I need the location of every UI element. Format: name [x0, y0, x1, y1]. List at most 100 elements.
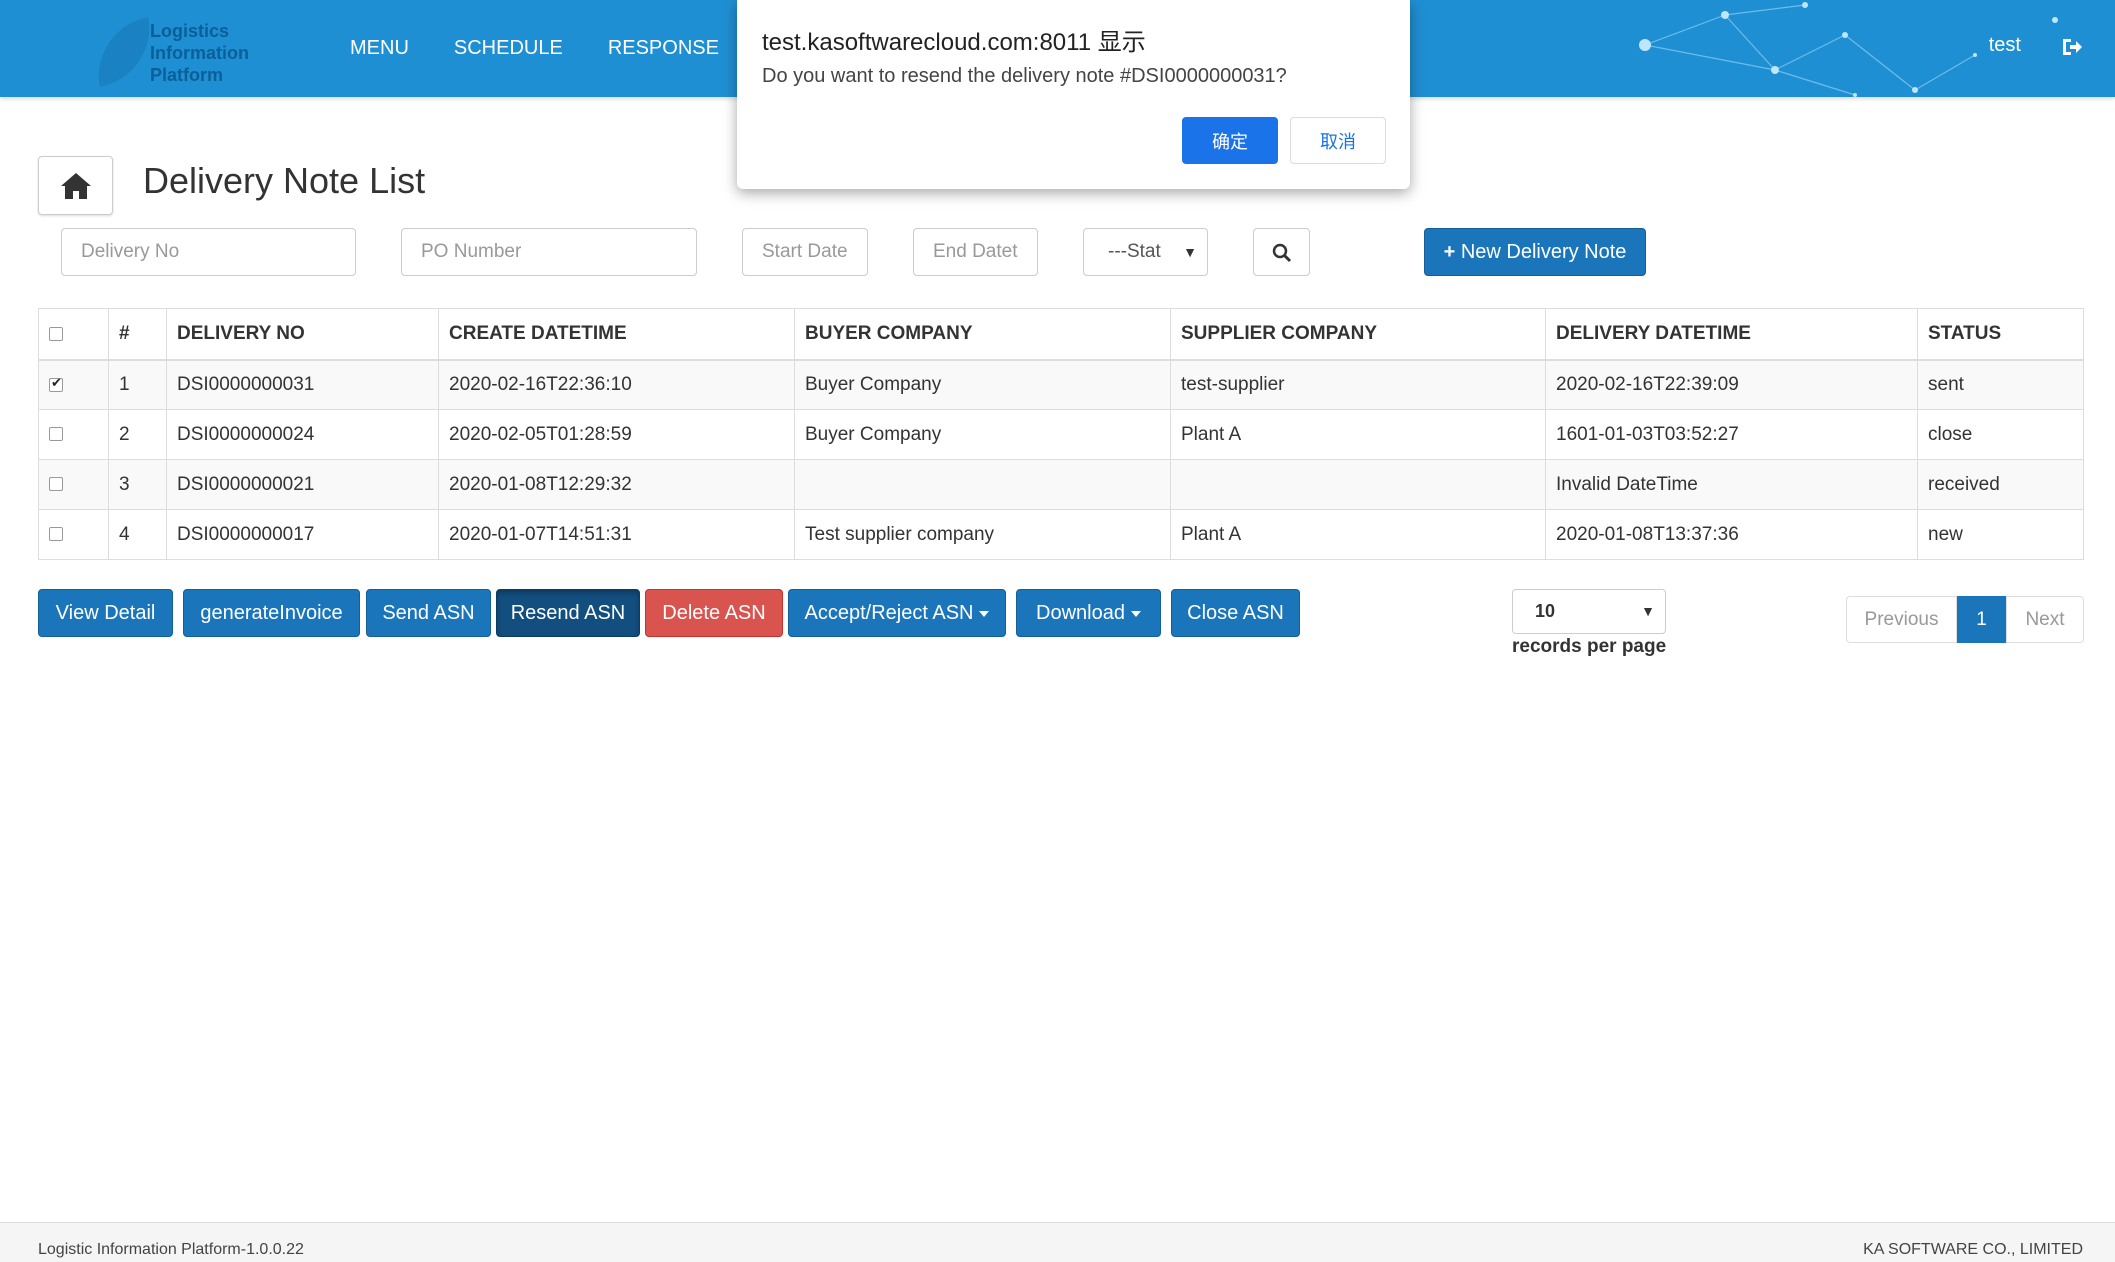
logo-line-3: Platform — [150, 65, 224, 85]
col-status[interactable]: STATUS — [1917, 308, 2084, 361]
chevron-down-icon: ▼ — [1641, 603, 1655, 619]
dialog-ok-button[interactable]: 确定 — [1182, 117, 1278, 164]
records-per-page-select[interactable]: 10 ▼ — [1512, 589, 1666, 634]
cell-delivery-no: DSI0000000017 — [166, 509, 439, 560]
po-number-input[interactable] — [401, 228, 697, 276]
cell-create-datetime: 2020-02-05T01:28:59 — [438, 409, 795, 460]
records-per-page-label: records per page — [1512, 636, 1667, 657]
leaf-icon — [89, 17, 159, 87]
pagination: Previous 1 Next — [1846, 596, 2084, 643]
home-icon — [61, 173, 91, 199]
cell-delivery-datetime: 2020-02-16T22:39:09 — [1545, 359, 1918, 410]
row-select-cell — [38, 409, 109, 460]
dialog-cancel-button[interactable]: 取消 — [1290, 117, 1386, 164]
delivery-no-input[interactable] — [61, 228, 356, 276]
row-checkbox[interactable] — [49, 527, 63, 542]
nav-menu[interactable]: MENU — [350, 37, 409, 60]
logo-text: Logistics Information Platform — [150, 20, 249, 86]
cell-delivery-no: DSI0000000024 — [166, 409, 439, 460]
row-checkbox[interactable] — [49, 477, 63, 492]
row-number: 3 — [108, 459, 167, 510]
search-button[interactable] — [1253, 228, 1310, 276]
search-icon — [1272, 243, 1292, 263]
start-date-input[interactable] — [742, 228, 868, 276]
cell-status: sent — [1917, 359, 2084, 410]
col-delivery-no[interactable]: DELIVERY NO — [166, 308, 439, 361]
nav-schedule[interactable]: SCHEDULE — [454, 37, 563, 60]
page-1-button[interactable]: 1 — [1957, 596, 2006, 643]
home-button[interactable] — [38, 156, 113, 215]
select-all-checkbox[interactable] — [49, 326, 63, 341]
col-create-datetime[interactable]: CREATE DATETIME — [438, 308, 795, 361]
logo-line-2: Information — [150, 43, 249, 63]
status-select-value: ---Stat — [1108, 241, 1161, 262]
caret-down-icon — [1130, 610, 1141, 617]
cell-buyer-company — [794, 459, 1171, 510]
row-number: 4 — [108, 509, 167, 560]
plus-icon: + — [1443, 241, 1456, 263]
row-select-cell — [38, 459, 109, 510]
new-delivery-note-button[interactable]: + New Delivery Note — [1424, 228, 1646, 276]
end-date-input[interactable] — [913, 228, 1038, 276]
generate-invoice-button[interactable]: generateInvoice — [183, 589, 360, 637]
app-logo[interactable]: Logistics Information Platform — [88, 17, 278, 87]
col-supplier-company[interactable]: SUPPLIER COMPANY — [1170, 308, 1546, 361]
send-asn-button[interactable]: Send ASN — [366, 589, 491, 637]
nav-response[interactable]: RESPONSE — [608, 37, 719, 60]
footer-version: Logistic Information Platform-1.0.0.22 — [38, 1241, 304, 1258]
cell-supplier-company: Plant A — [1170, 409, 1546, 460]
cell-delivery-no: DSI0000000031 — [166, 359, 439, 410]
cell-status: received — [1917, 459, 2084, 510]
main-nav: MENU SCHEDULE RESPONSE — [350, 0, 764, 97]
cell-supplier-company — [1170, 459, 1546, 510]
download-dropdown[interactable]: Download — [1016, 589, 1161, 637]
row-checkbox[interactable] — [49, 375, 63, 392]
col-delivery-datetime[interactable]: DELIVERY DATETIME — [1545, 308, 1918, 361]
page-title: Delivery Note List — [143, 160, 426, 201]
status-select[interactable]: ---Stat ▼ — [1083, 228, 1208, 276]
cell-delivery-datetime: 2020-01-08T13:37:36 — [1545, 509, 1918, 560]
row-number: 1 — [108, 359, 167, 410]
cell-buyer-company: Test supplier company — [794, 509, 1171, 560]
records-per-page-value: 10 — [1535, 601, 1556, 621]
download-label: Download — [1036, 602, 1125, 624]
table-row[interactable]: 1DSI00000000312020-02-16T22:36:10Buyer C… — [38, 359, 2084, 410]
user-name[interactable]: test — [1989, 34, 2021, 57]
confirm-dialog: test.kasoftwarecloud.com:8011 显示 Do you … — [737, 0, 1410, 189]
view-detail-button[interactable]: View Detail — [38, 589, 173, 637]
cell-delivery-datetime: 1601-01-03T03:52:27 — [1545, 409, 1918, 460]
next-page-button[interactable]: Next — [2006, 596, 2084, 643]
dialog-message: Do you want to resend the delivery note … — [762, 65, 1287, 87]
table-row[interactable]: 2 DSI0000000024 2020-02-05T01:28:59 Buyer C… — [38, 409, 2084, 460]
previous-page-button[interactable]: Previous — [1846, 596, 1957, 643]
cell-buyer-company: Buyer Company — [794, 409, 1171, 460]
caret-down-icon — [979, 610, 990, 617]
cell-create-datetime: 2020-02-16T22:36:10 — [438, 359, 795, 410]
delete-asn-button[interactable]: Delete ASN — [645, 589, 783, 637]
network-decoration-icon — [1639, 2, 2058, 97]
delivery-note-table: # DELIVERY NO CREATE DATETIME BUYER COMP… — [38, 308, 2084, 560]
cell-delivery-no: DSI0000000021 — [166, 459, 439, 510]
cell-create-datetime: 2020-01-08T12:29:32 — [438, 459, 795, 510]
logout-icon[interactable] — [2061, 36, 2083, 58]
accept-reject-asn-dropdown[interactable]: Accept/Reject ASN — [788, 589, 1006, 637]
table-row[interactable]: 3 DSI0000000021 2020-01-08T12:29:32 Invalid… — [38, 459, 2084, 510]
cell-status: new — [1917, 509, 2084, 560]
new-delivery-note-label: New Delivery Note — [1460, 241, 1627, 263]
close-asn-button[interactable]: Close ASN — [1171, 589, 1300, 637]
cell-supplier-company: Plant A — [1170, 509, 1546, 560]
dialog-title: test.kasoftwarecloud.com:8011 显示 — [762, 29, 1146, 56]
footer-company: KA SOFTWARE CO., LIMITED — [1863, 1241, 2083, 1258]
table-row[interactable]: 4 DSI0000000017 2020-01-07T14:51:31 Test su… — [38, 509, 2084, 560]
cell-supplier-company: test-supplier — [1170, 359, 1546, 410]
cell-status: close — [1917, 409, 2084, 460]
table-header-row: # DELIVERY NO CREATE DATETIME BUYER COMP… — [38, 308, 2084, 361]
resend-asn-button[interactable]: Resend ASN — [496, 589, 640, 637]
accept-reject-asn-label: Accept/Reject ASN — [804, 602, 974, 624]
row-checkbox[interactable] — [49, 427, 63, 442]
col-buyer-company[interactable]: BUYER COMPANY — [794, 308, 1171, 361]
cell-create-datetime: 2020-01-07T14:51:31 — [438, 509, 795, 560]
footer: Logistic Information Platform-1.0.0.22 K… — [0, 1222, 2115, 1262]
cell-buyer-company: Buyer Company — [794, 359, 1171, 410]
col-number: # — [108, 308, 167, 361]
